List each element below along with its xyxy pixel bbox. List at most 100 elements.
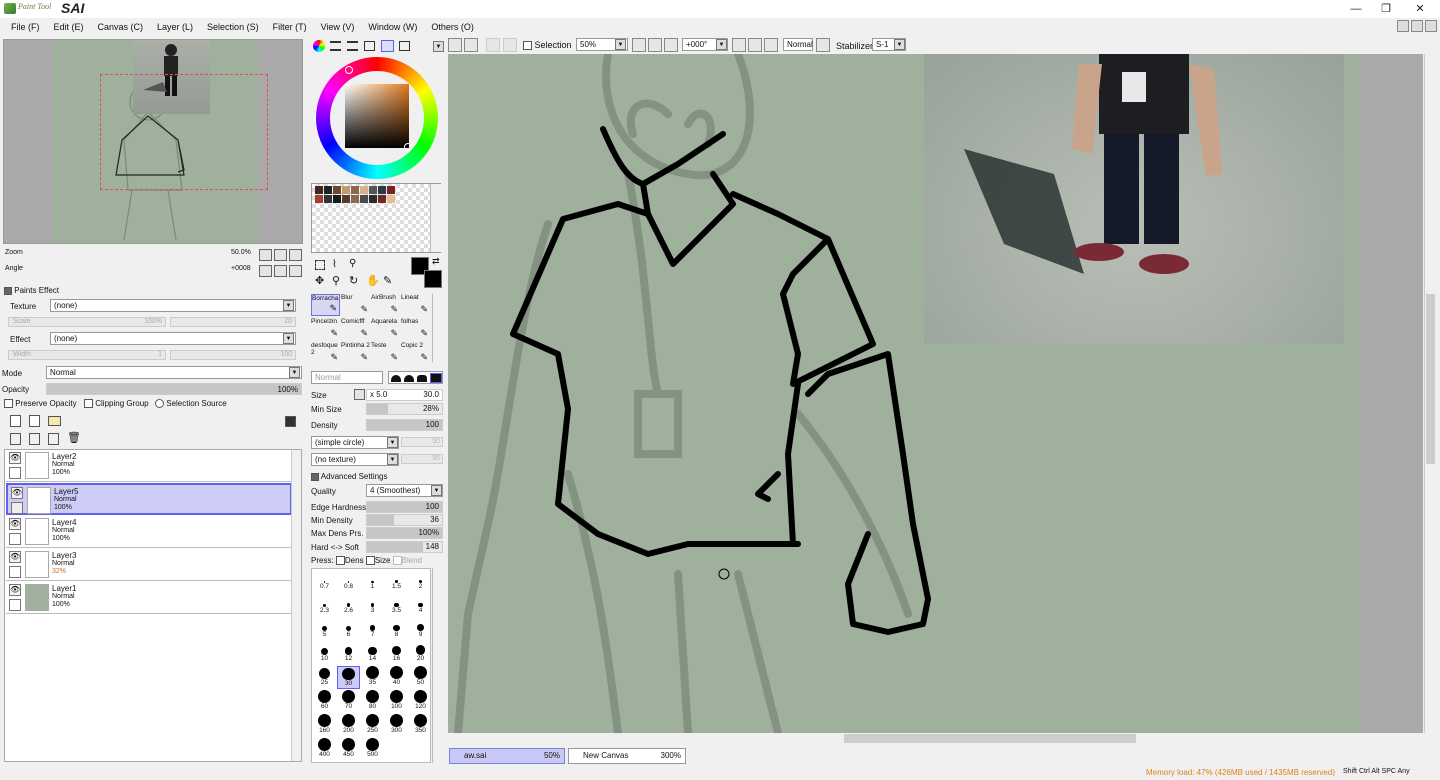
layer-row[interactable]: 👁 Layer1 Normal 100%: [6, 582, 292, 614]
canvas-vertical-scrollbar[interactable]: [1424, 54, 1436, 733]
magic-wand-icon[interactable]: ⚲: [349, 259, 356, 269]
eye-icon[interactable]: 👁: [11, 487, 23, 499]
color-swatch[interactable]: [378, 195, 386, 203]
brush-tool-borracha[interactable]: Borracha ✎: [311, 294, 340, 316]
color-swatch[interactable]: [360, 186, 368, 194]
rotate-reset-icon[interactable]: [764, 38, 778, 52]
chevron-down-icon[interactable]: ▼: [433, 41, 444, 52]
zoom-tool-icon[interactable]: ⚲: [332, 276, 340, 287]
rotate-tool-icon[interactable]: ↻: [349, 276, 358, 287]
width-strength-slider[interactable]: 100: [170, 350, 296, 360]
invert-selection-icon[interactable]: [503, 38, 517, 52]
swatch-tab-icon[interactable]: [364, 41, 375, 51]
chevron-down-icon[interactable]: ▼: [615, 39, 626, 50]
zoom-slider-row[interactable]: Zoom 50.0%: [3, 248, 253, 262]
close-button[interactable]: ✕: [1406, 1, 1434, 17]
brush-size-option[interactable]: 200: [337, 714, 360, 737]
opacity-slider[interactable]: 100%: [46, 383, 302, 395]
rgb-slider-tab-icon[interactable]: [330, 41, 341, 51]
zoom-out-button[interactable]: [259, 249, 272, 261]
deselect-icon[interactable]: [486, 38, 500, 52]
brush-tool-teste[interactable]: Teste ✎: [371, 342, 400, 364]
merge-down-icon[interactable]: [29, 433, 40, 445]
horizontal-scroll-thumb[interactable]: [844, 734, 1136, 743]
brush-size-option[interactable]: 2.6: [337, 594, 360, 617]
swatch-scrollbar[interactable]: [430, 184, 441, 252]
brush-shape-strength[interactable]: 50: [401, 437, 443, 447]
size-slider[interactable]: x 5.0 30.0: [366, 389, 443, 401]
max-dens-slider[interactable]: 100%: [366, 527, 443, 539]
brush-size-option[interactable]: 60: [313, 690, 336, 713]
color-swatch[interactable]: [387, 195, 395, 203]
lock-icon[interactable]: [9, 467, 21, 479]
brush-blend-select[interactable]: Normal: [311, 371, 383, 384]
brush-tool-blur[interactable]: Blur ✎: [341, 294, 370, 316]
effect-select[interactable]: (none): [50, 332, 296, 345]
brush-size-option[interactable]: 250: [361, 714, 384, 737]
chevron-down-icon[interactable]: ▼: [387, 437, 398, 448]
press-blend-checkbox[interactable]: [392, 556, 402, 566]
brush-size-option[interactable]: 12: [337, 642, 360, 665]
hsv-slider-tab-icon[interactable]: [347, 41, 358, 51]
brush-tool-airbrush[interactable]: AirBrush ✎: [371, 294, 400, 316]
hue-picker-cursor[interactable]: [345, 66, 353, 74]
eye-icon[interactable]: 👁: [9, 551, 21, 563]
menu-selection[interactable]: Selection (S): [200, 18, 266, 36]
vertical-scroll-thumb[interactable]: [1426, 294, 1435, 464]
clear-layer-icon[interactable]: [48, 433, 59, 445]
document-tab[interactable]: New Canvas 300%: [568, 748, 686, 764]
view-mode-select[interactable]: Normal: [783, 38, 813, 51]
preserve-opacity-checkbox[interactable]: Preserve Opacity: [4, 399, 77, 409]
angle-slider-row[interactable]: Angle +0008: [3, 264, 253, 278]
lock-icon[interactable]: [9, 599, 21, 611]
brush-size-scrollbar[interactable]: [432, 568, 443, 763]
chevron-down-icon[interactable]: ▼: [894, 39, 905, 50]
new-layer-icon[interactable]: [10, 415, 21, 427]
swatch-grid[interactable]: [311, 183, 441, 253]
color-swatch[interactable]: [351, 195, 359, 203]
color-wheel-tab-icon[interactable]: [313, 40, 325, 52]
canvas-viewport[interactable]: [448, 54, 1423, 733]
flip-icon[interactable]: [816, 38, 830, 52]
rotate-right-button[interactable]: [274, 265, 287, 277]
lasso-icon[interactable]: ⌇: [332, 260, 337, 270]
new-linework-layer-icon[interactable]: [29, 415, 40, 427]
brush-size-option[interactable]: 20: [409, 642, 432, 665]
brush-size-option[interactable]: 50: [409, 666, 432, 689]
brush-size-option[interactable]: 100: [385, 690, 408, 713]
eyedropper-icon[interactable]: ✎: [383, 276, 392, 287]
brush-size-option[interactable]: 450: [337, 738, 360, 761]
brush-tool-lineat[interactable]: Lineat ✎: [401, 294, 430, 316]
clipping-group-checkbox[interactable]: Clipping Group: [84, 399, 149, 409]
color-swatch[interactable]: [324, 195, 332, 203]
color-swatch[interactable]: [369, 186, 377, 194]
edge-hardness-slider[interactable]: 100: [366, 501, 443, 513]
color-picker-cursor[interactable]: [404, 143, 412, 151]
drawing-canvas[interactable]: [448, 54, 1360, 733]
transfer-down-icon[interactable]: [10, 433, 21, 445]
saturation-value-square[interactable]: [345, 84, 409, 148]
menu-window[interactable]: Window (W): [361, 18, 424, 36]
eye-icon[interactable]: 👁: [9, 452, 21, 464]
color-swatch[interactable]: [342, 186, 350, 194]
brush-size-option[interactable]: 400: [313, 738, 336, 761]
undo-icon[interactable]: [448, 38, 462, 52]
navigator-view-rect[interactable]: [100, 74, 268, 190]
eye-icon[interactable]: 👁: [9, 584, 21, 596]
brush-tool-aquarela[interactable]: Aquarela ✎: [371, 318, 400, 340]
brush-size-option[interactable]: 10: [313, 642, 336, 665]
rotate-ccw-icon[interactable]: [732, 38, 746, 52]
scratchpad-tab-icon[interactable]: [381, 40, 394, 52]
brush-size-option[interactable]: 0.7: [313, 570, 336, 593]
trash-icon[interactable]: 🗑: [67, 433, 81, 445]
brush-size-option[interactable]: 6: [337, 618, 360, 641]
lock-icon[interactable]: [9, 533, 21, 545]
advanced-settings-header[interactable]: Advanced Settings: [311, 472, 388, 481]
hand-tool-icon[interactable]: ✋: [366, 276, 380, 287]
swap-colors-icon[interactable]: ⇄: [432, 257, 440, 266]
scale-slider[interactable]: Scale 100%: [8, 317, 166, 327]
mdi-close-button[interactable]: [1425, 20, 1437, 32]
brush-size-option[interactable]: 25: [313, 666, 336, 689]
document-tab-active[interactable]: aw.sai 50%: [449, 748, 565, 764]
chevron-down-icon[interactable]: ▼: [283, 300, 294, 311]
